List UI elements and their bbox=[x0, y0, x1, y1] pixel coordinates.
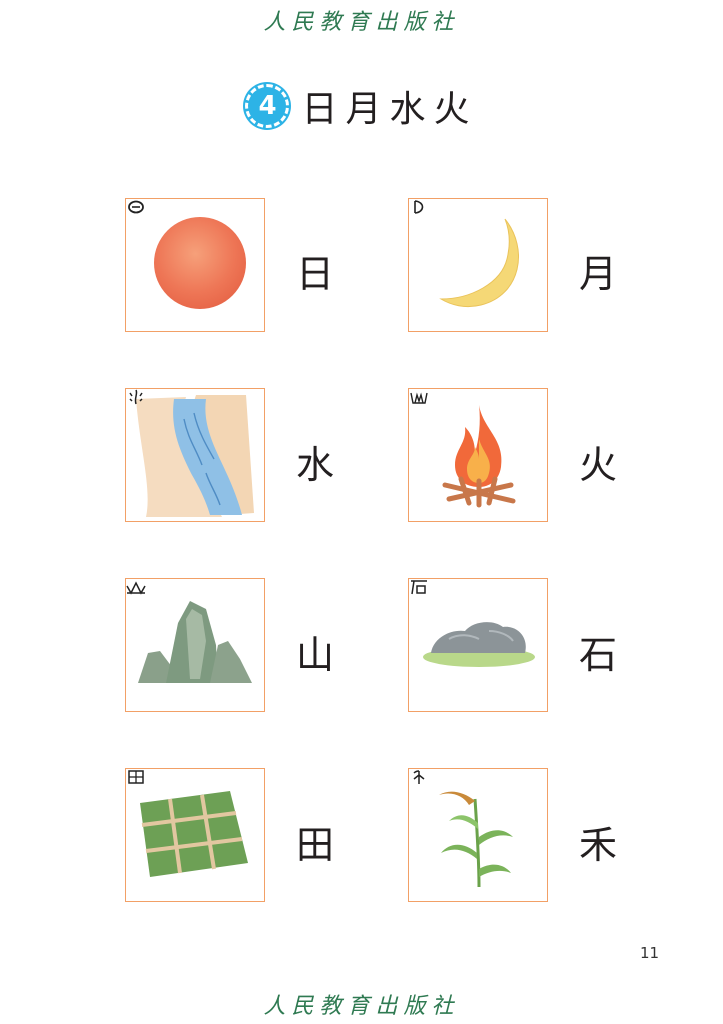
character-he: 禾 bbox=[578, 823, 617, 867]
oracle-stone-icon bbox=[411, 580, 427, 595]
river-picture bbox=[136, 395, 254, 517]
lesson-title-text: 日月水火 bbox=[301, 89, 478, 130]
character-tian: 田 bbox=[295, 823, 334, 867]
grain-plant-picture bbox=[439, 791, 513, 888]
oracle-water-icon bbox=[129, 389, 143, 405]
character-ri: 日 bbox=[295, 252, 334, 296]
picture-card-mountain bbox=[125, 578, 265, 712]
lesson-title: 4 日月水火 bbox=[0, 80, 723, 132]
moon-picture bbox=[439, 218, 519, 308]
oracle-moon-icon bbox=[414, 200, 424, 214]
picture-card-moon bbox=[408, 198, 548, 332]
oracle-grain-icon bbox=[413, 770, 425, 784]
oracle-field-icon bbox=[128, 770, 144, 784]
picture-card-rock bbox=[408, 578, 548, 712]
character-shi: 石 bbox=[578, 633, 617, 677]
picture-card-field bbox=[125, 768, 265, 902]
page-number: 11 bbox=[640, 944, 660, 962]
character-yue: 月 bbox=[578, 252, 617, 296]
picture-card-fire bbox=[408, 388, 548, 522]
character-shui: 水 bbox=[295, 443, 334, 487]
publisher-header: 人民教育出版社 bbox=[263, 10, 460, 35]
picture-card-sun bbox=[125, 198, 265, 332]
rock-picture bbox=[423, 622, 535, 667]
oracle-mountain-icon bbox=[126, 581, 146, 595]
field-picture bbox=[140, 791, 248, 877]
character-huo: 火 bbox=[578, 443, 617, 487]
oracle-fire-icon bbox=[410, 392, 428, 404]
mountains-picture bbox=[138, 601, 252, 683]
character-shan: 山 bbox=[295, 633, 334, 677]
picture-card-river bbox=[125, 388, 265, 522]
publisher-footer: 人民教育出版社 bbox=[263, 994, 460, 1019]
oracle-sun-icon bbox=[128, 200, 144, 214]
lesson-number-badge: 4 bbox=[245, 84, 290, 128]
picture-card-grain bbox=[408, 768, 548, 902]
campfire-picture bbox=[442, 405, 516, 508]
sun-picture bbox=[154, 217, 246, 309]
